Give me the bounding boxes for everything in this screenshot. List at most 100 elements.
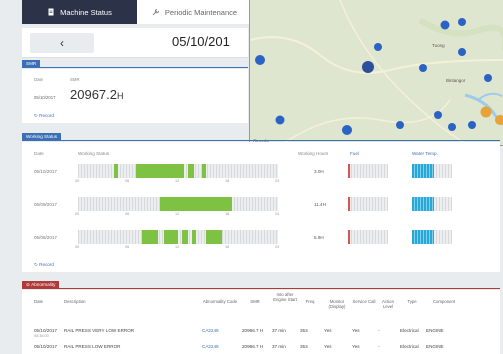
- ws-record-link[interactable]: ↻ Record: [34, 262, 54, 268]
- abnormality-col-header[interactable]: Abnormality Code: [202, 299, 238, 304]
- ws-tick-label: 00: [75, 179, 80, 183]
- working-segment: [114, 164, 118, 178]
- abnormality-col-header[interactable]: Component: [426, 299, 462, 304]
- smr-col-date: Date: [34, 77, 44, 82]
- working-status-section-label: Working Status: [22, 132, 62, 141]
- working-segment: [192, 230, 196, 244]
- working-segment: [136, 164, 184, 178]
- abnormality-col-header[interactable]: Action Level: [378, 299, 398, 309]
- map-marker-icon: [458, 48, 466, 56]
- fuel-gauge: [348, 230, 388, 244]
- ws-tick-label: 24: [275, 245, 280, 249]
- map-marker-icon: [255, 55, 265, 65]
- ws-col-fuel: Fuel: [350, 151, 359, 156]
- ws-row-hours: 11.4H: [314, 202, 326, 207]
- water-temp-level-bar: [412, 197, 434, 211]
- smr-value: 20967.2H: [70, 87, 124, 102]
- abnormality-cell-action: -: [378, 328, 380, 333]
- map-marker-icon: [419, 64, 427, 72]
- map-marker-icon: [440, 20, 450, 30]
- fuel-level-bar: [348, 164, 350, 178]
- ws-row-date: 05/08/2017: [34, 235, 57, 240]
- abnormality-col-header[interactable]: SMR: [242, 299, 268, 304]
- chevron-left-icon: ‹: [60, 36, 64, 50]
- ws-tick-label: 24: [275, 179, 280, 183]
- ws-col-date: Date: [34, 151, 44, 156]
- abnormality-cell-monitor: Yes: [324, 328, 332, 333]
- tab-periodic-maintenance[interactable]: Periodic Maintenance: [137, 0, 252, 24]
- abnormality-cell-freq: 353: [300, 344, 308, 349]
- map-marker-icon: [468, 121, 476, 129]
- ws-row-date: 05/10/2017: [34, 169, 57, 174]
- working-status-bar: [78, 164, 278, 178]
- abnormality-panel: Date Description Abnormality Code SMR Into a…: [22, 290, 500, 354]
- abnormality-cell-time: 05:38:00: [34, 334, 49, 338]
- abnormality-col-header[interactable]: Into after Engine Start: [272, 292, 298, 302]
- fuel-level-bar: [348, 230, 350, 244]
- working-segment: [182, 230, 188, 244]
- fuel-gauge: [348, 164, 388, 178]
- map-label-bintangor: Bintangor: [446, 78, 466, 83]
- ws-tick-label: 00: [75, 212, 80, 216]
- previous-date-button[interactable]: ‹: [30, 33, 94, 53]
- abnormality-cell-monitor: Yes: [324, 344, 332, 349]
- abnormality-cell-freq: 353: [300, 328, 308, 333]
- working-segment: [142, 230, 158, 244]
- abnormality-cell-component: ENGINE: [426, 344, 444, 349]
- water-temp-level-bar: [412, 164, 434, 178]
- current-date: 05/10/201: [172, 34, 230, 49]
- abnormality-cell-code[interactable]: CA2249: [202, 328, 219, 333]
- working-segment: [188, 164, 194, 178]
- tab-bar: Machine Status Periodic Maintenance: [22, 0, 252, 24]
- ws-tick-label: 06: [125, 179, 130, 183]
- working-segment: [202, 164, 206, 178]
- working-status-section-header: Working Status: [22, 132, 500, 141]
- tab-label: Periodic Maintenance: [164, 7, 238, 17]
- abnormality-col-header[interactable]: Type: [400, 299, 424, 304]
- fuel-level-bar: [348, 197, 350, 211]
- map-marker-orange-icon: [480, 106, 492, 118]
- working-segment: [160, 197, 232, 211]
- smr-section-label: SMR: [22, 59, 41, 68]
- smr-record-link[interactable]: ↻ Record: [34, 113, 54, 119]
- abnormality-cell-code[interactable]: CA2249: [202, 344, 219, 349]
- water-temp-level-bar: [412, 230, 434, 244]
- map-marker-icon: [484, 74, 492, 82]
- abnormality-cell-into: 37 min: [272, 328, 286, 333]
- abnormality-cell-type: Electrical: [400, 344, 419, 349]
- map-marker-icon: [396, 121, 404, 129]
- ws-row-date: 05/09/2017: [34, 202, 57, 207]
- map-marker-icon: [362, 61, 374, 73]
- abnormality-cell-desc: RAIL PRESS VERY LOW ERROR: [64, 328, 135, 333]
- document-icon: [48, 8, 54, 16]
- abnormality-section-header: ⊘ Abnormality: [22, 280, 500, 289]
- abnormality-cell-date: 05/10/2017: [34, 344, 57, 349]
- ws-tick-label: 12: [175, 212, 180, 216]
- ws-col-hours: Working Hours: [298, 151, 329, 156]
- tab-machine-status[interactable]: Machine Status: [22, 0, 137, 24]
- abnormality-col-header[interactable]: Date: [34, 299, 62, 304]
- abnormality-col-header[interactable]: Service Call: [352, 299, 376, 304]
- ws-tick-label: 00: [75, 245, 80, 249]
- map-marker-icon: [275, 115, 285, 125]
- map-marker-icon: [434, 111, 442, 119]
- ws-tick-label: 18: [225, 179, 230, 183]
- smr-col-smr: SMR: [70, 77, 80, 82]
- abnormality-cell-service: Yes: [352, 344, 360, 349]
- ws-tick-label: 24: [275, 212, 280, 216]
- abnormality-cell-desc: RAIL PRESS LOW ERROR: [64, 344, 121, 349]
- abnormality-col-header[interactable]: Description: [64, 299, 194, 304]
- working-status-bar: [78, 230, 278, 244]
- ws-row-hours: 3.0H: [314, 169, 324, 174]
- machine-location-map[interactable]: Tuong Bintangor Google: [249, 0, 503, 146]
- working-status-bar: [78, 197, 278, 211]
- working-segment: [206, 230, 222, 244]
- working-status-panel: Date Working Status Working Hours Fuel W…: [22, 142, 500, 272]
- abnormality-cell-action: -: [378, 344, 380, 349]
- abnormality-col-header[interactable]: Freq: [300, 299, 320, 304]
- ws-tick-label: 06: [125, 245, 130, 249]
- water-temp-gauge: [412, 197, 452, 211]
- abnormality-col-header[interactable]: Monitor (Display): [324, 299, 350, 309]
- ws-tick-label: 12: [175, 179, 180, 183]
- fuel-gauge: [348, 197, 388, 211]
